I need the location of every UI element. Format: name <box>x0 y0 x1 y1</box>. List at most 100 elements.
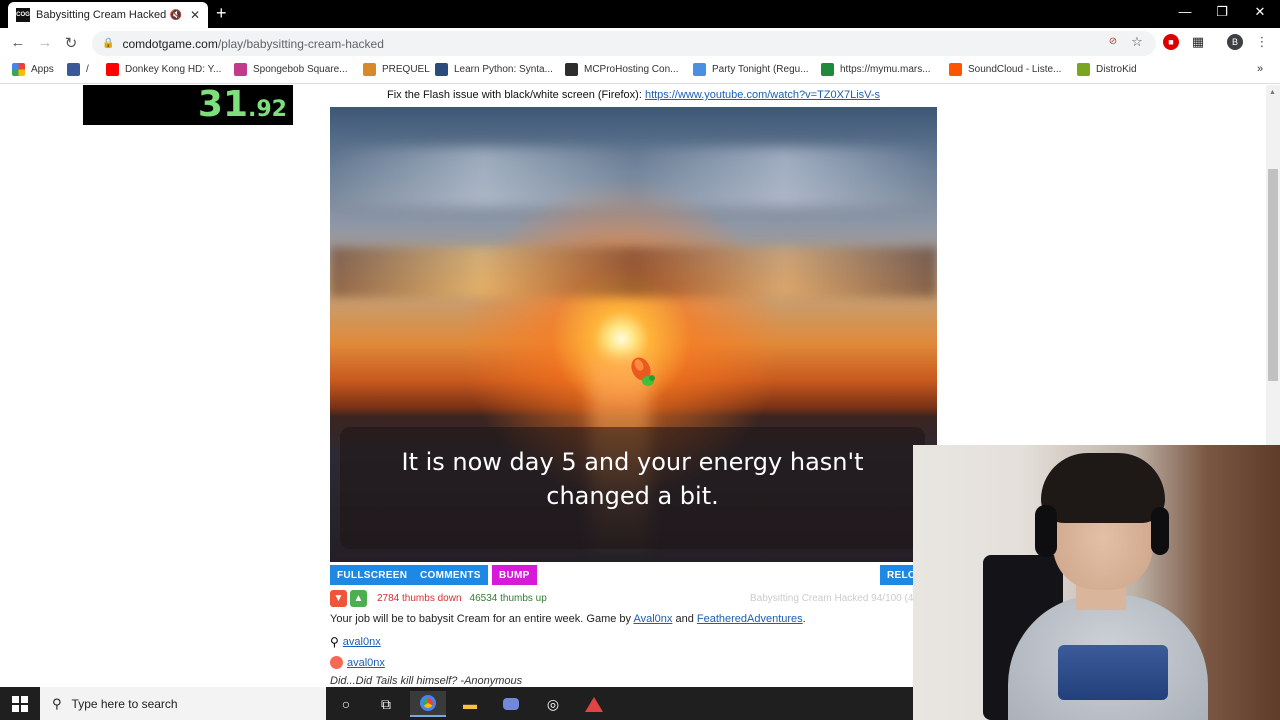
patreon-icon <box>330 656 343 669</box>
author-search-row: ⚲ aval0nx <box>330 635 381 649</box>
bookmark-label: MCProHosting Con... <box>584 64 679 75</box>
windows-taskbar: ⚲ Type here to search ○ ⧉ ▬ ◎ <box>0 687 913 720</box>
bookmark-label: / <box>86 64 89 75</box>
scroll-up-arrow-icon[interactable]: ▲ <box>1269 89 1276 96</box>
bookmark-mcprohosting[interactable]: MCProHosting Con... <box>565 63 678 76</box>
thumbs-up-icon[interactable]: ▲ <box>350 590 367 607</box>
codecademy-icon <box>435 63 448 76</box>
task-view-icon[interactable]: ⧉ <box>368 691 404 717</box>
bookmark-star-icon[interactable]: ☆ <box>1129 34 1145 50</box>
bookmark-soundcloud[interactable]: SoundCloud - Liste... <box>949 63 1061 76</box>
new-tab-button[interactable]: + <box>216 4 227 22</box>
tab-title: Babysitting Cream Hacked <box>36 9 167 21</box>
taskbar-search-box[interactable]: ⚲ Type here to search <box>40 687 326 720</box>
discord-icon[interactable] <box>493 691 529 717</box>
bookmark-apps[interactable]: Apps <box>12 63 54 76</box>
bookmark-donkey-kong[interactable]: Donkey Kong HD: Y... <box>106 63 221 76</box>
facebook-icon <box>67 63 80 76</box>
site-favicon-icon: COG <box>16 8 30 22</box>
timer-fraction: .92 <box>248 97 287 122</box>
bookmark-label: SoundCloud - Liste... <box>968 64 1062 75</box>
comments-button[interactable]: COMMENTS <box>413 565 488 585</box>
thumbs-down-count: 2784 thumbs down <box>377 593 462 604</box>
youtube-icon <box>106 63 119 76</box>
author-search-link[interactable]: aval0nx <box>343 636 381 648</box>
shirt-logo <box>1058 645 1168 700</box>
site-thumbnail-icon <box>693 63 706 76</box>
lock-icon: 🔒 <box>102 38 115 49</box>
mcprohosting-icon <box>565 63 578 76</box>
menu-kebab-icon[interactable]: ⋮ <box>1254 34 1270 50</box>
tab-muted-icon[interactable]: 🔇 <box>169 10 181 21</box>
bookmarks-bar: Apps / Donkey Kong HD: Y... Spongebob Sq… <box>0 58 1280 84</box>
flash-fix-link[interactable]: https://www.youtube.com/watch?v=TZ0X7Lis… <box>645 89 880 101</box>
site-thumbnail-icon <box>821 63 834 76</box>
forward-arrow-icon[interactable]: → <box>36 34 54 51</box>
thumbs-up-count: 46534 thumbs up <box>469 593 547 604</box>
bookmark-label: Learn Python: Synta... <box>454 64 553 75</box>
flash-fix-text: Fix the Flash issue with black/white scr… <box>386 89 645 101</box>
fullscreen-button[interactable]: FULLSCREEN <box>330 565 415 585</box>
bookmark-facebook[interactable]: / <box>67 63 89 76</box>
scrollbar-thumb[interactable] <box>1268 169 1278 381</box>
search-icon: ⚲ <box>330 635 339 649</box>
sunset-clouds <box>330 247 937 297</box>
description-text: Your job will be to babysit Cream for an… <box>330 613 634 625</box>
browser-toolbar: ← → ↻ 🔒 comdotgame.com/play/babysitting-… <box>0 28 1280 58</box>
author-patreon-link[interactable]: aval0nx <box>347 657 385 669</box>
distrokid-icon <box>1077 63 1090 76</box>
address-bar[interactable]: 🔒 comdotgame.com/play/babysitting-cream-… <box>92 31 1156 56</box>
cortana-icon[interactable]: ○ <box>328 691 364 717</box>
game-canvas[interactable]: It is now day 5 and your energy hasn't c… <box>330 107 937 562</box>
bookmark-party-tonight[interactable]: Party Tonight (Regu... <box>693 63 809 76</box>
bookmark-learn-python[interactable]: Learn Python: Synta... <box>435 63 553 76</box>
obs-icon[interactable]: ◎ <box>535 691 571 717</box>
window-minimize-button[interactable]: — <box>1175 4 1195 19</box>
streamer-hair <box>1041 453 1165 523</box>
tab-close-icon[interactable]: ✕ <box>190 8 200 22</box>
bookmark-distrokid[interactable]: DistroKid <box>1077 63 1137 76</box>
bookmark-prequel[interactable]: PREQUEL <box>363 63 430 76</box>
url-path: /play/babysitting-cream-hacked <box>217 36 384 51</box>
timer-seconds: 31 <box>197 85 249 125</box>
chrome-icon[interactable] <box>410 691 446 717</box>
reload-game-button[interactable]: RELO <box>880 565 916 585</box>
windows-logo-icon <box>12 695 28 712</box>
bookmark-label: Spongebob Square... <box>253 64 348 75</box>
bookmark-label: https://mymu.mars... <box>840 64 931 75</box>
extension-icon[interactable]: ▦ <box>1190 34 1206 50</box>
game-dialog-box: It is now day 5 and your energy hasn't c… <box>340 427 925 549</box>
webcam-overlay <box>913 445 1280 720</box>
blocked-popup-icon[interactable]: ⊘ <box>1105 34 1121 50</box>
livesplit-icon[interactable] <box>576 691 612 717</box>
author-link-featheredadventures[interactable]: FeatheredAdventures <box>697 613 803 625</box>
browser-tab[interactable]: COG Babysitting Cream Hacked 🔇 ✕ <box>8 2 208 28</box>
apps-grid-icon <box>12 63 25 76</box>
thumbs-down-icon[interactable]: ▼ <box>330 590 347 607</box>
back-arrow-icon[interactable]: ← <box>9 34 27 51</box>
bump-button[interactable]: BUMP <box>492 565 537 585</box>
adblock-extension-icon[interactable]: ■ <box>1163 34 1179 50</box>
author-link-aval0nx[interactable]: Aval0nx <box>633 613 672 625</box>
bookmarks-overflow-icon[interactable]: » <box>1257 63 1263 75</box>
bookmark-spongebob[interactable]: Spongebob Square... <box>234 63 348 76</box>
site-thumbnail-icon <box>234 63 247 76</box>
file-explorer-icon[interactable]: ▬ <box>452 691 488 717</box>
pineapple-icon <box>363 63 376 76</box>
bookmark-mymu[interactable]: https://mymu.mars... <box>821 63 931 76</box>
description-text: and <box>672 613 697 625</box>
random-quote: Did...Did Tails kill himself? -Anonymous <box>330 675 523 687</box>
soundcloud-icon <box>949 63 962 76</box>
window-restore-button[interactable]: ❐ <box>1212 4 1232 20</box>
headset-left <box>1035 505 1057 557</box>
browser-tab-strip: COG Babysitting Cream Hacked 🔇 ✕ + — ❐ ✕ <box>0 0 1280 28</box>
bookmark-label: Party Tonight (Regu... <box>712 64 809 75</box>
window-close-button[interactable]: ✕ <box>1250 4 1270 20</box>
bookmark-label: Apps <box>31 64 54 75</box>
sky-clouds <box>330 147 937 207</box>
reload-icon[interactable]: ↻ <box>62 34 80 52</box>
start-button[interactable] <box>0 687 40 720</box>
game-rating-text: Babysitting Cream Hacked 94/100 (4 <box>750 593 914 604</box>
flash-fix-note: Fix the Flash issue with black/white scr… <box>330 89 937 101</box>
profile-avatar[interactable]: B <box>1227 34 1243 50</box>
